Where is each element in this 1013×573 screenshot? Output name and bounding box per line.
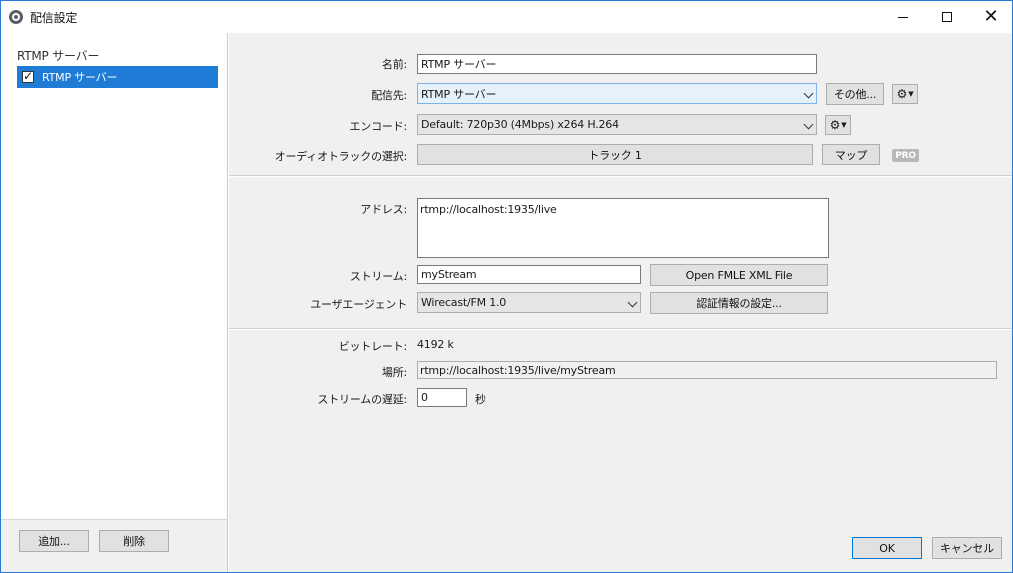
encoding-select[interactable]: Default: 720p30 (4Mbps) x264 H.264 [417, 114, 817, 135]
map-button[interactable]: マップ [822, 144, 880, 165]
section-divider-highlight [229, 176, 1012, 177]
chevron-down-icon [627, 297, 638, 308]
title-bar: 配信設定 ✕ [1, 1, 1012, 33]
encoding-select-value: Default: 720p30 (4Mbps) x264 H.264 [421, 118, 619, 131]
gear-icon: ⚙ [829, 118, 841, 132]
other-destinations-button[interactable]: その他... [826, 83, 884, 105]
user-agent-select-value: Wirecast/FM 1.0 [421, 296, 507, 309]
maximize-button[interactable] [924, 1, 970, 33]
destination-settings-panel: 名前: RTMP サーバー 配信先: RTMP サーバー その他... ⚙ ▼ エ… [229, 33, 1012, 572]
destination-label: 配信先: [371, 89, 407, 102]
audio-track-button[interactable]: トラック 1 [417, 144, 813, 165]
destination-select-value: RTMP サーバー [421, 87, 497, 101]
add-destination-button[interactable]: 追加... [19, 530, 89, 552]
stream-label: ストリーム: [349, 270, 407, 283]
audio-track-label: オーディオトラックの選択: [274, 150, 408, 163]
encoding-label: エンコード: [349, 120, 407, 133]
open-fmle-xml-button[interactable]: Open FMLE XML File [650, 264, 828, 286]
stream-settings-window: 配信設定 ✕ RTMP サーバー RTMP サーバー 追加... 削除 名前: … [0, 0, 1013, 573]
chevron-down-icon [803, 119, 814, 130]
chevron-down-icon [803, 88, 814, 99]
pro-badge: PRO [892, 149, 919, 162]
destination-list-panel: RTMP サーバー RTMP サーバー 追加... 削除 [1, 33, 228, 572]
delete-destination-button[interactable]: 削除 [99, 530, 169, 552]
location-label: 場所: [381, 366, 407, 379]
minimize-icon [898, 16, 908, 18]
set-credentials-button[interactable]: 認証情報の設定... [650, 292, 828, 314]
window-title: 配信設定 [30, 11, 78, 25]
gear-icon: ⚙ [896, 87, 908, 101]
bitrate-value: 4192 k [417, 338, 454, 351]
ok-button[interactable]: OK [852, 537, 922, 559]
name-input[interactable]: RTMP サーバー [417, 54, 817, 74]
destination-list-item[interactable]: RTMP サーバー [17, 66, 218, 88]
close-button[interactable]: ✕ [968, 1, 1012, 33]
location-readonly-field[interactable]: rtmp://localhost:1935/live/myStream [417, 361, 997, 379]
stream-input[interactable]: myStream [417, 265, 641, 284]
minimize-button[interactable] [880, 1, 926, 33]
stream-delay-unit: 秒 [475, 393, 486, 406]
address-textarea[interactable]: rtmp://localhost:1935/live [417, 198, 829, 258]
destination-select[interactable]: RTMP サーバー [417, 83, 817, 104]
address-label: アドレス: [360, 203, 407, 216]
maximize-icon [942, 12, 952, 22]
name-label: 名前: [381, 58, 407, 71]
cancel-button[interactable]: キャンセル [932, 537, 1002, 559]
user-agent-select[interactable]: Wirecast/FM 1.0 [417, 292, 641, 313]
encoding-gear-button[interactable]: ⚙ ▼ [825, 115, 851, 135]
destination-gear-button[interactable]: ⚙ ▼ [892, 84, 918, 104]
section-divider-highlight [229, 329, 1012, 330]
caret-down-icon: ▼ [841, 121, 847, 129]
stream-delay-label: ストリームの遅延: [317, 393, 407, 406]
list-actions-bar: 追加... 削除 [1, 519, 227, 572]
wirecast-app-icon [9, 10, 23, 24]
user-agent-label: ユーザエージェント [310, 298, 407, 311]
destination-enabled-checkbox[interactable] [22, 69, 34, 83]
stream-delay-input[interactable]: 0 [417, 388, 467, 407]
close-icon: ✕ [983, 6, 999, 27]
destination-list-item-label: RTMP サーバー [42, 71, 118, 84]
destination-group-label: RTMP サーバー [17, 49, 100, 63]
caret-down-icon: ▼ [908, 90, 914, 98]
bitrate-label: ビットレート: [338, 340, 408, 353]
